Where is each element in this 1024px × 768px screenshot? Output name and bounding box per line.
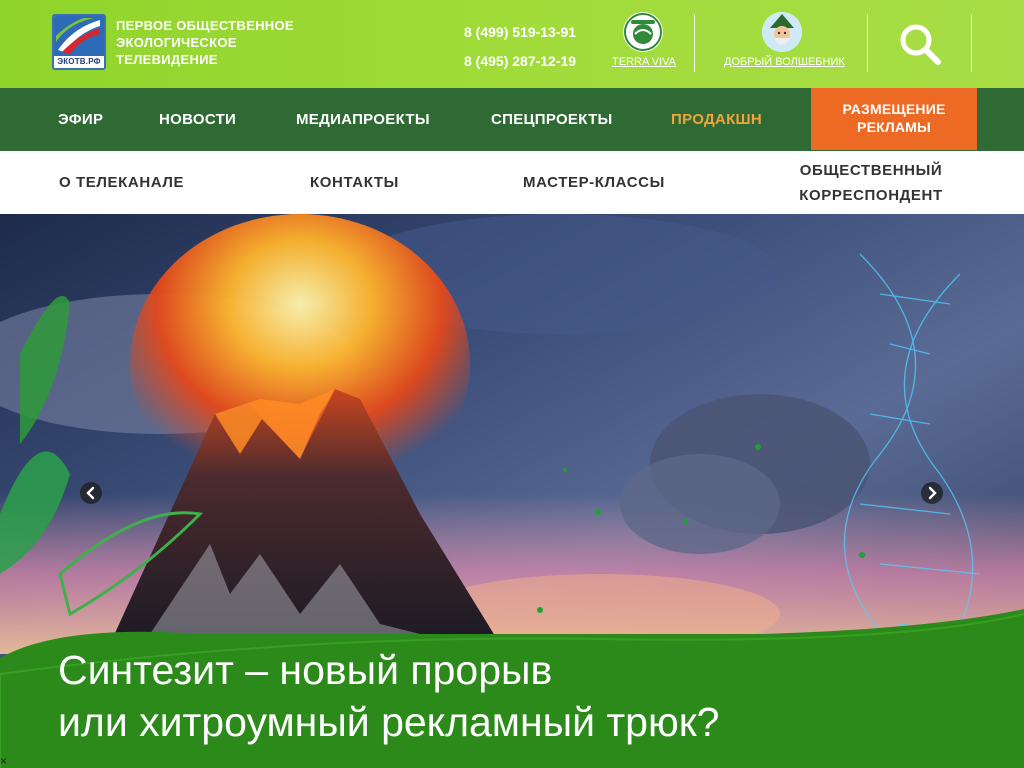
site-logo[interactable]: ЭКОТВ.РФ — [52, 14, 106, 70]
phone-number[interactable]: 8 (495) 287-12-19 — [464, 47, 576, 76]
subnav-item-about[interactable]: О ТЕЛЕКАНАЛЕ — [59, 170, 184, 195]
terra-viva-logo-icon — [623, 12, 663, 52]
headline-line: Синтезит – новый прорыв — [58, 647, 553, 693]
subnav-item-correspondent[interactable]: ОБЩЕСТВЕННЫЙ КОРРЕСПОНДЕНТ — [791, 158, 951, 208]
top-header: ЭКОТВ.РФ ПЕРВОЕ ОБЩЕСТВЕННОЕ ЭКОЛОГИЧЕСК… — [0, 0, 1024, 88]
subnav-item-masterclasses[interactable]: МАСТЕР-КЛАССЫ — [523, 170, 665, 195]
nav-item-production[interactable]: ПРОДАКШН — [671, 88, 762, 151]
slider-prev-button[interactable] — [80, 482, 102, 504]
hero-headline[interactable]: Синтезит – новый прорыв или хитроумный р… — [58, 644, 998, 748]
chevron-left-icon — [86, 486, 95, 500]
wizard-avatar-icon — [762, 12, 802, 52]
subnav-item-contacts[interactable]: КОНТАКТЫ — [310, 170, 399, 195]
phone-number[interactable]: 8 (499) 519-13-91 — [464, 18, 576, 47]
search-button[interactable] — [896, 20, 944, 68]
partner-label: ДОБРЫЙ ВОЛШЕБНИК — [724, 56, 845, 68]
brand-line: ТЕЛЕВИДЕНИЕ — [116, 52, 218, 67]
close-icon[interactable]: × — [0, 755, 10, 767]
partner-dobry-volshebnik[interactable]: ДОБРЫЙ ВОЛШЕБНИК — [724, 12, 845, 68]
partner-label: TERRA VIVA — [612, 56, 676, 68]
partner-terra-viva[interactable]: TERRA VIVA — [612, 12, 676, 68]
nav-item-news[interactable]: НОВОСТИ — [159, 88, 236, 151]
chevron-right-icon — [928, 486, 937, 500]
logo-emblem-icon — [54, 16, 104, 56]
nav-item-mediaprojects[interactable]: МЕДИАПРОЕКТЫ — [296, 88, 430, 151]
phone-list: 8 (499) 519-13-91 8 (495) 287-12-19 — [464, 18, 576, 76]
logo-caption: ЭКОТВ.РФ — [54, 56, 104, 68]
divider — [694, 14, 695, 72]
headline-line: или хитроумный рекламный трюк? — [58, 699, 720, 745]
brand-line: ЭКОЛОГИЧЕСКОЕ — [116, 35, 237, 50]
advertising-button[interactable]: РАЗМЕЩЕНИЕ РЕКЛАМЫ — [811, 88, 977, 150]
sub-nav: О ТЕЛЕКАНАЛЕ КОНТАКТЫ МАСТЕР-КЛАССЫ ОБЩЕ… — [0, 151, 1024, 214]
nav-item-efir[interactable]: ЭФИР — [58, 88, 103, 151]
slider-next-button[interactable] — [921, 482, 943, 504]
search-icon — [900, 24, 941, 65]
divider — [867, 14, 868, 72]
brand-line: ПЕРВОЕ ОБЩЕСТВЕННОЕ — [116, 18, 294, 33]
divider — [971, 14, 972, 72]
brand-name: ПЕРВОЕ ОБЩЕСТВЕННОЕ ЭКОЛОГИЧЕСКОЕ ТЕЛЕВИ… — [116, 17, 336, 68]
nav-item-specprojects[interactable]: СПЕЦПРОЕКТЫ — [491, 88, 613, 151]
hero-slider: Синтезит – новый прорыв или хитроумный р… — [0, 214, 1024, 768]
